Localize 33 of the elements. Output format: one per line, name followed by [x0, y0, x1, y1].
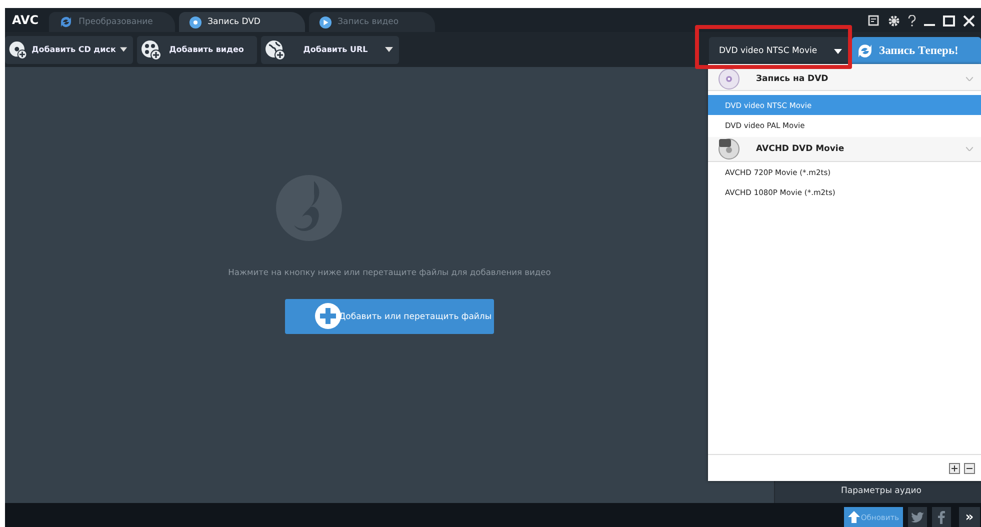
letter-f-icon[interactable]: [932, 507, 951, 527]
maximize-icon[interactable]: [943, 15, 955, 27]
film-reel-plus-icon: [140, 38, 162, 60]
disc-icon: [188, 16, 202, 28]
caret-icon: [834, 48, 842, 54]
close-icon[interactable]: [963, 15, 975, 27]
refresh-icon: [856, 42, 874, 60]
bird-icon[interactable]: [908, 507, 927, 527]
list-icon[interactable]: [868, 15, 880, 27]
more-button[interactable]: »: [959, 507, 980, 527]
app-logo: AVC: [11, 13, 40, 29]
toolbar-button[interactable]: Добавить CD диск: [5, 36, 133, 64]
plus-icon: [315, 303, 341, 329]
chevron-icon: [966, 147, 973, 151]
profile-dropdown[interactable]: DVD video NTSC Movie: [709, 36, 850, 66]
drop-hint: Нажмите на кнопку ниже или перетащите файлы для добавления видео: [228, 267, 551, 277]
tab[interactable]: Запись DVD: [178, 12, 305, 32]
globe-plus-icon: [264, 38, 286, 60]
profile-group-header[interactable]: Запись на DVD: [708, 64, 981, 91]
arrow-up-icon: [848, 511, 860, 523]
refresh-icon: [58, 15, 73, 29]
play-icon: [318, 16, 332, 28]
toolbar-button[interactable]: Добавить видео: [137, 36, 257, 64]
profile-group-header[interactable]: AVCHD DVD Movie: [708, 137, 981, 162]
hd-disc-icon: [718, 138, 740, 160]
help-icon[interactable]: [908, 15, 916, 27]
dvd-disc-icon: [718, 68, 740, 90]
chevron-icon: [966, 77, 973, 81]
expand-all-icon[interactable]: [949, 462, 960, 474]
toolbar-button[interactable]: Добавить URL: [261, 36, 399, 64]
collapse-all-icon[interactable]: [964, 462, 975, 474]
settings-icon[interactable]: [888, 15, 900, 27]
disc-plus-icon: [8, 38, 28, 60]
